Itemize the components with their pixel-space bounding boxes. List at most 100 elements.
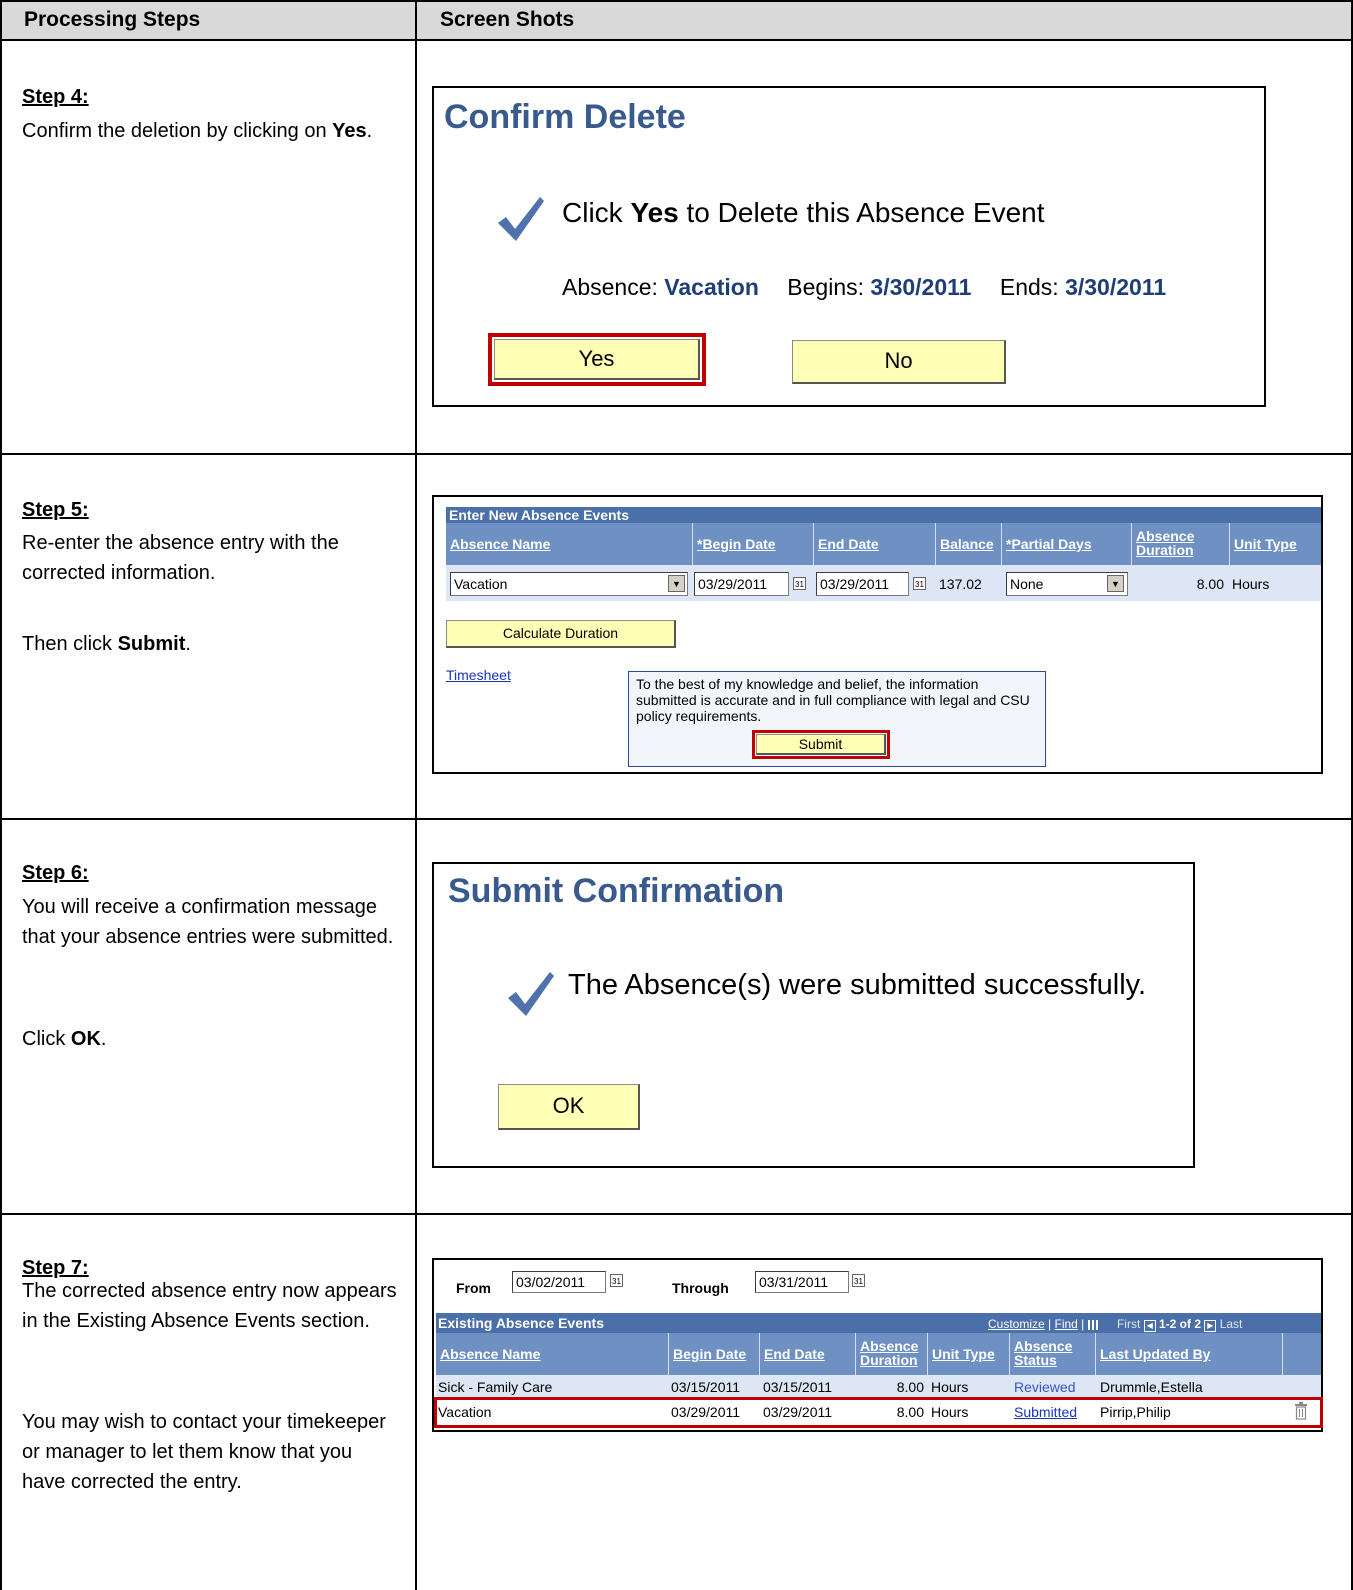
from-date-input[interactable]: 03/02/2011 xyxy=(512,1271,606,1293)
row1-duration: 8.00 xyxy=(896,1379,924,1395)
col-balance[interactable]: Balance xyxy=(936,523,1002,565)
no-button[interactable]: No xyxy=(792,340,1006,384)
col-unit-type[interactable]: Unit Type xyxy=(928,1333,1010,1375)
step4-text-pre: Confirm the deletion by clicking on xyxy=(22,120,333,142)
confirm-delete-dialog: Confirm Delete Click Yes to Delete this … xyxy=(432,86,1266,407)
row1-end-date: 03/15/2011 xyxy=(763,1379,833,1395)
calendar-icon[interactable]: 31 xyxy=(793,577,806,590)
grid-line xyxy=(0,1213,1353,1215)
begins-value: 3/30/2011 xyxy=(870,274,972,300)
row2-updated-by: Pirrip,Philip xyxy=(1100,1404,1171,1420)
col-unit-type[interactable]: Unit Type xyxy=(1230,523,1321,565)
confirm-delete-message: Click Yes to Delete this Absence Event xyxy=(562,197,1045,229)
timesheet-link[interactable]: Timesheet xyxy=(446,667,511,683)
step6-text2: Click OK. xyxy=(22,1024,397,1054)
step5-text2: Then click Submit. xyxy=(22,629,397,659)
unit-type-value: Hours xyxy=(1232,576,1270,592)
col-absence-duration[interactable]: Absence Duration xyxy=(1132,523,1230,565)
step7-text1: The corrected absence entry now appears … xyxy=(22,1280,397,1332)
existing-absence-header: Existing Absence Events Customize | Find… xyxy=(436,1313,1321,1333)
certification-text: To the best of my knowledge and belief, … xyxy=(636,676,1030,724)
last-label: Last xyxy=(1219,1317,1243,1331)
row2-absence-name: Vacation xyxy=(438,1404,492,1420)
col-absence-status[interactable]: Absence Status xyxy=(1010,1333,1096,1375)
enter-absence-section-title: Enter New Absence Events xyxy=(446,507,1321,523)
submit-confirmation-dialog: Submit Confirmation The Absence(s) were … xyxy=(432,862,1195,1168)
row2-end-date: 03/29/2011 xyxy=(763,1404,833,1420)
end-date-input[interactable]: 03/29/2011 xyxy=(816,572,909,596)
msg-post: to Delete this Absence Event xyxy=(678,197,1045,228)
row2-status-link[interactable]: Submitted xyxy=(1014,1404,1077,1420)
header-processing-steps: Processing Steps xyxy=(0,0,416,39)
step5-text2-bold: Submit xyxy=(117,633,186,655)
absence-name-select[interactable]: Vacation xyxy=(450,572,688,596)
step6-title: Step 6: xyxy=(22,862,89,884)
row2-begin-date: 03/29/2011 xyxy=(671,1404,741,1420)
grid-line xyxy=(0,39,1353,41)
step4-text-post: . xyxy=(366,120,373,142)
row1-status-link[interactable]: Reviewed xyxy=(1014,1379,1075,1395)
step6-text2-pre: Click xyxy=(22,1028,71,1050)
absence-details: Absence: Vacation Begins: 3/30/2011 Ends… xyxy=(562,274,1166,301)
row1-absence-name: Sick - Family Care xyxy=(438,1379,553,1395)
submit-button[interactable]: Submit xyxy=(756,734,886,755)
msg-pre: Click xyxy=(562,197,631,228)
calendar-icon[interactable]: 31 xyxy=(852,1274,865,1287)
customize-link[interactable]: Customize xyxy=(988,1317,1045,1331)
step5-text2-pre: Then click xyxy=(22,633,118,655)
pagination-range: 1-2 of 2 xyxy=(1158,1317,1201,1331)
next-page-icon[interactable]: ▶ xyxy=(1204,1320,1217,1332)
grid-line xyxy=(415,0,417,1590)
ends-value: 3/30/2011 xyxy=(1065,274,1167,300)
row2-duration: 8.00 xyxy=(896,1404,924,1420)
step5-text1: Re-enter the absence entry with the corr… xyxy=(22,532,339,584)
confirm-delete-title: Confirm Delete xyxy=(444,98,686,136)
col-end-date[interactable]: End Date xyxy=(760,1333,856,1375)
col-absence-duration[interactable]: Absence Duration xyxy=(856,1333,928,1375)
calendar-icon[interactable]: 31 xyxy=(610,1274,623,1287)
absence-value: Vacation xyxy=(664,274,759,300)
existing-absence-panel: From 03/02/2011 31 Through 03/31/2011 31… xyxy=(432,1258,1323,1432)
yes-button[interactable]: Yes xyxy=(494,339,700,380)
balance-value: 137.02 xyxy=(939,576,982,592)
col-begin-date[interactable]: *Begin Date xyxy=(693,523,814,565)
step4-title: Step 4: xyxy=(22,86,89,108)
checkmark-icon xyxy=(508,972,554,1016)
col-end-date[interactable]: End Date xyxy=(814,523,936,565)
col-begin-date[interactable]: Begin Date xyxy=(669,1333,760,1375)
grid-line xyxy=(0,0,2,1590)
dropdown-arrow-icon[interactable]: ▼ xyxy=(668,575,685,592)
col-absence-name[interactable]: Absence Name xyxy=(436,1333,669,1375)
ends-label: Ends: xyxy=(999,274,1059,300)
duration-value: 8.00 xyxy=(1196,576,1224,592)
row1-unit: Hours xyxy=(931,1379,969,1395)
find-link[interactable]: Find xyxy=(1054,1317,1077,1331)
col-last-updated-by[interactable]: Last Updated By xyxy=(1096,1333,1283,1375)
col-absence-name[interactable]: Absence Name xyxy=(446,523,693,565)
step5-title: Step 5: xyxy=(22,499,89,521)
calendar-icon[interactable]: 31 xyxy=(913,577,926,590)
col-partial-days[interactable]: *Partial Days xyxy=(1002,523,1132,565)
calculate-duration-button[interactable]: Calculate Duration xyxy=(446,620,676,648)
through-label: Through xyxy=(672,1280,729,1296)
trash-icon[interactable] xyxy=(1294,1402,1308,1420)
step6-text2-post: . xyxy=(100,1028,107,1050)
row1-begin-date: 03/15/2011 xyxy=(671,1379,741,1395)
grid-line xyxy=(0,453,1353,455)
row1-updated-by: Drummle,Estella xyxy=(1100,1379,1203,1395)
step7-text2: You may wish to contact your timekeeper … xyxy=(22,1411,386,1493)
through-date-input[interactable]: 03/31/2011 xyxy=(755,1271,849,1293)
submit-confirmation-title: Submit Confirmation xyxy=(448,872,785,910)
grid-line xyxy=(0,0,1353,2)
dropdown-arrow-icon[interactable]: ▼ xyxy=(1107,575,1124,592)
begins-label: Begins: xyxy=(787,274,865,300)
prev-page-icon[interactable]: ◀ xyxy=(1143,1320,1156,1332)
header-screen-shots: Screen Shots xyxy=(416,0,1353,39)
grid-view-icon[interactable] xyxy=(1087,1319,1100,1330)
step6-text1: You will receive a confirmation message … xyxy=(22,896,394,948)
absence-label: Absence: xyxy=(562,274,658,300)
ok-button[interactable]: OK xyxy=(498,1084,640,1130)
begin-date-input[interactable]: 03/29/2011 xyxy=(694,572,789,596)
grid-line xyxy=(0,818,1353,820)
step6-text2-bold: OK xyxy=(70,1028,101,1050)
